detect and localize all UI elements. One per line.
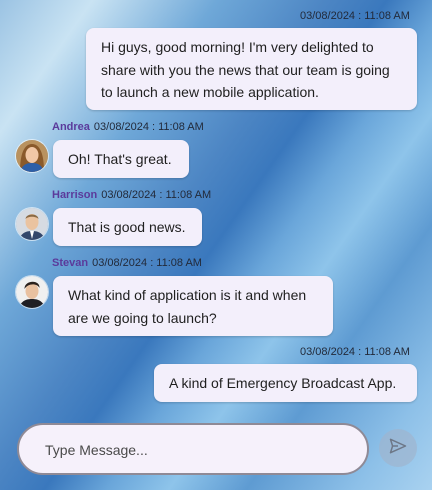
send-button[interactable] [379, 429, 417, 467]
andrea-avatar [16, 140, 48, 172]
message-header: Harrison 03/08/2024 : 11:08 AM [52, 189, 211, 201]
outgoing-message-bubble: A kind of Emergency Broadcast App. [154, 364, 417, 402]
incoming-message-bubble: That is good news. [53, 208, 202, 246]
send-icon [388, 436, 408, 461]
message-timestamp: 03/08/2024 : 11:08 AM [92, 257, 202, 269]
message-text: Hi guys, good morning! I'm very delighte… [101, 39, 390, 100]
message-timestamp: 03/08/2024 : 11:08 AM [300, 10, 410, 22]
message-timestamp: 03/08/2024 : 11:08 AM [300, 346, 410, 358]
message-text: That is good news. [68, 219, 186, 235]
author-name: Andrea [52, 121, 90, 133]
message-text: What kind of application is it and when … [68, 287, 307, 326]
message-input[interactable] [43, 425, 347, 475]
message-text: Oh! That's great. [68, 151, 172, 167]
incoming-message-bubble: Oh! That's great. [53, 140, 189, 178]
message-text: A kind of Emergency Broadcast App. [169, 375, 397, 391]
message-header: Andrea 03/08/2024 : 11:08 AM [52, 121, 204, 133]
stevan-avatar [16, 276, 48, 308]
author-name: Stevan [52, 257, 89, 269]
message-timestamp: 03/08/2024 : 11:08 AM [93, 121, 204, 133]
message-header: Stevan 03/08/2024 : 11:08 AM [52, 257, 202, 269]
harrison-avatar [16, 208, 48, 240]
incoming-message-bubble: What kind of application is it and when … [53, 276, 333, 336]
outgoing-message-bubble: Hi guys, good morning! I'm very delighte… [86, 28, 417, 110]
message-timestamp: 03/08/2024 : 11:08 AM [101, 189, 212, 201]
author-name: Harrison [52, 189, 98, 201]
message-composer [17, 423, 369, 475]
